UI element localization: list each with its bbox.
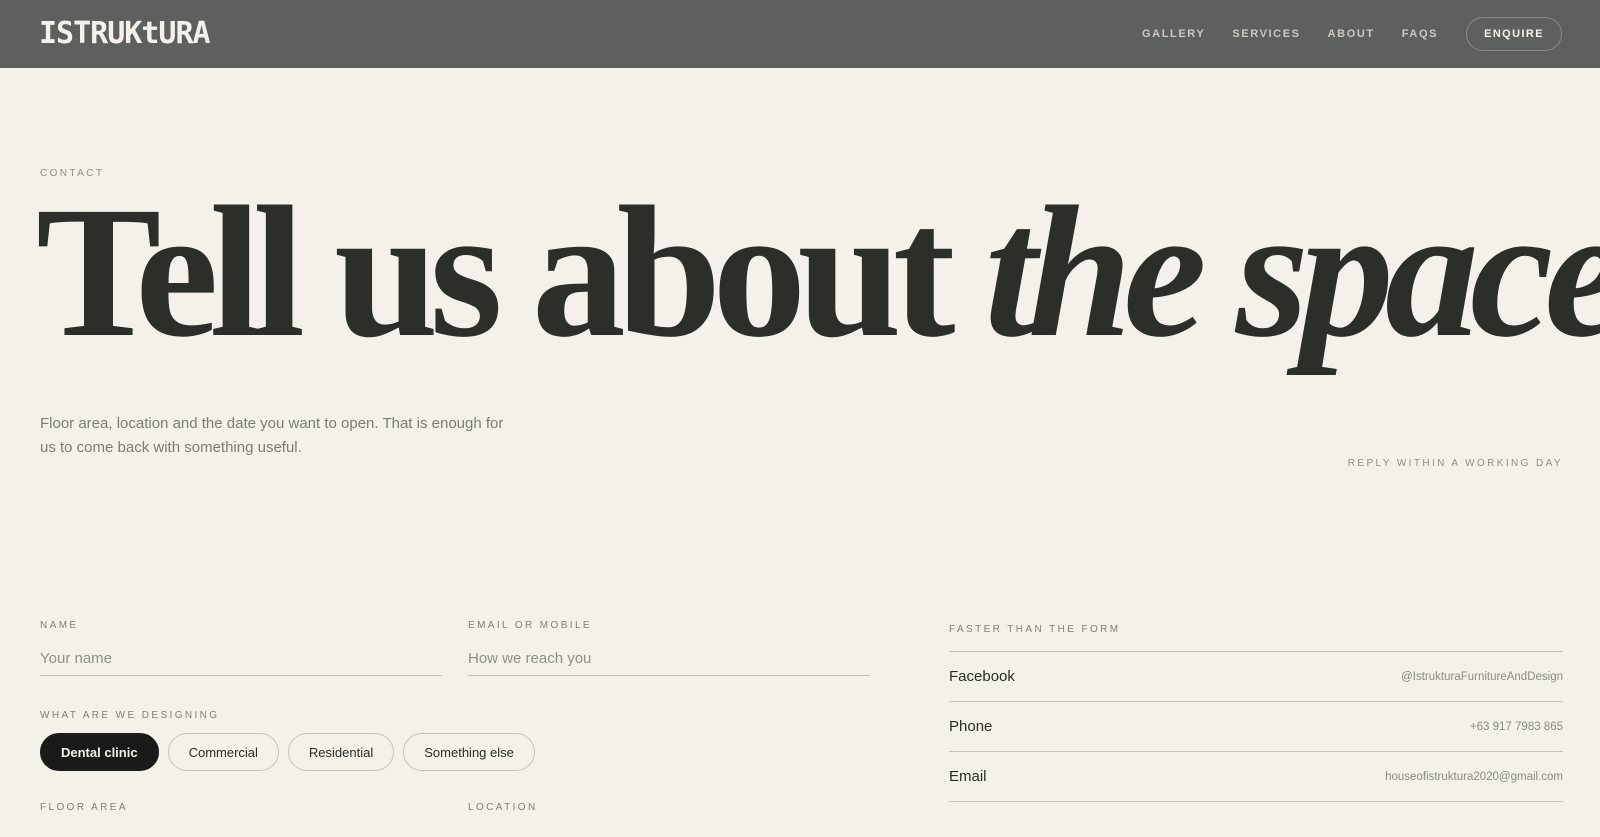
name-input[interactable] (40, 642, 442, 676)
nav-services[interactable]: SERVICES (1232, 28, 1300, 40)
contact-row-phone[interactable]: Phone +63 917 7983 865 (949, 702, 1563, 752)
brand-logo[interactable]: ISTRUKtURA (39, 19, 211, 49)
headline-plain: Tell us about (36, 167, 985, 376)
contact-row-facebook[interactable]: Facebook @IstrukturaFurnitureAndDesign (949, 652, 1563, 702)
option-residential[interactable]: Residential (287, 733, 395, 771)
location-label: LOCATION (468, 802, 538, 813)
contact-value[interactable]: houseofistruktura2020@gmail.com (1385, 771, 1563, 783)
option-dental-clinic[interactable]: Dental clinic (40, 733, 159, 771)
floor-area-label: FLOOR AREA (40, 802, 128, 813)
nav-gallery[interactable]: GALLERY (1142, 28, 1205, 40)
reply-note: REPLY WITHIN A WORKING DAY (1347, 458, 1563, 469)
email-or-mobile-input[interactable] (468, 642, 870, 676)
contact-value[interactable]: @IstrukturaFurnitureAndDesign (1401, 671, 1563, 683)
option-something-else[interactable]: Something else (403, 733, 535, 771)
contact-name: Phone (949, 718, 993, 735)
headline-italic: the space (984, 167, 1600, 376)
enquire-button[interactable]: ENQUIRE (1466, 17, 1562, 51)
contact-name: Facebook (949, 668, 1015, 685)
project-type-options: Dental clinic Commercial Residential Som… (40, 733, 544, 771)
page-title: Tell us about the space (36, 178, 1600, 366)
option-commercial[interactable]: Commercial (167, 733, 279, 771)
nav-about[interactable]: ABOUT (1328, 28, 1375, 40)
main-nav: GALLERY SERVICES ABOUT FAQS ENQUIRE (1115, 17, 1562, 51)
name-label: NAME (40, 620, 79, 631)
site-header: ISTRUKtURA GALLERY SERVICES ABOUT FAQS E… (0, 0, 1600, 68)
contact-label: EMAIL OR MOBILE (468, 620, 592, 631)
contact-name: Email (949, 768, 987, 785)
contact-row-email[interactable]: Email houseofistruktura2020@gmail.com (949, 752, 1563, 802)
designing-label: WHAT ARE WE DESIGNING (40, 710, 220, 721)
contact-heading: FASTER THAN THE FORM (949, 624, 1121, 635)
contact-value[interactable]: +63 917 7983 865 (1470, 721, 1563, 733)
nav-faqs[interactable]: FAQS (1402, 28, 1438, 40)
contact-list: Facebook @IstrukturaFurnitureAndDesign P… (949, 651, 1563, 802)
intro-text: Floor area, location and the date you wa… (40, 415, 504, 456)
